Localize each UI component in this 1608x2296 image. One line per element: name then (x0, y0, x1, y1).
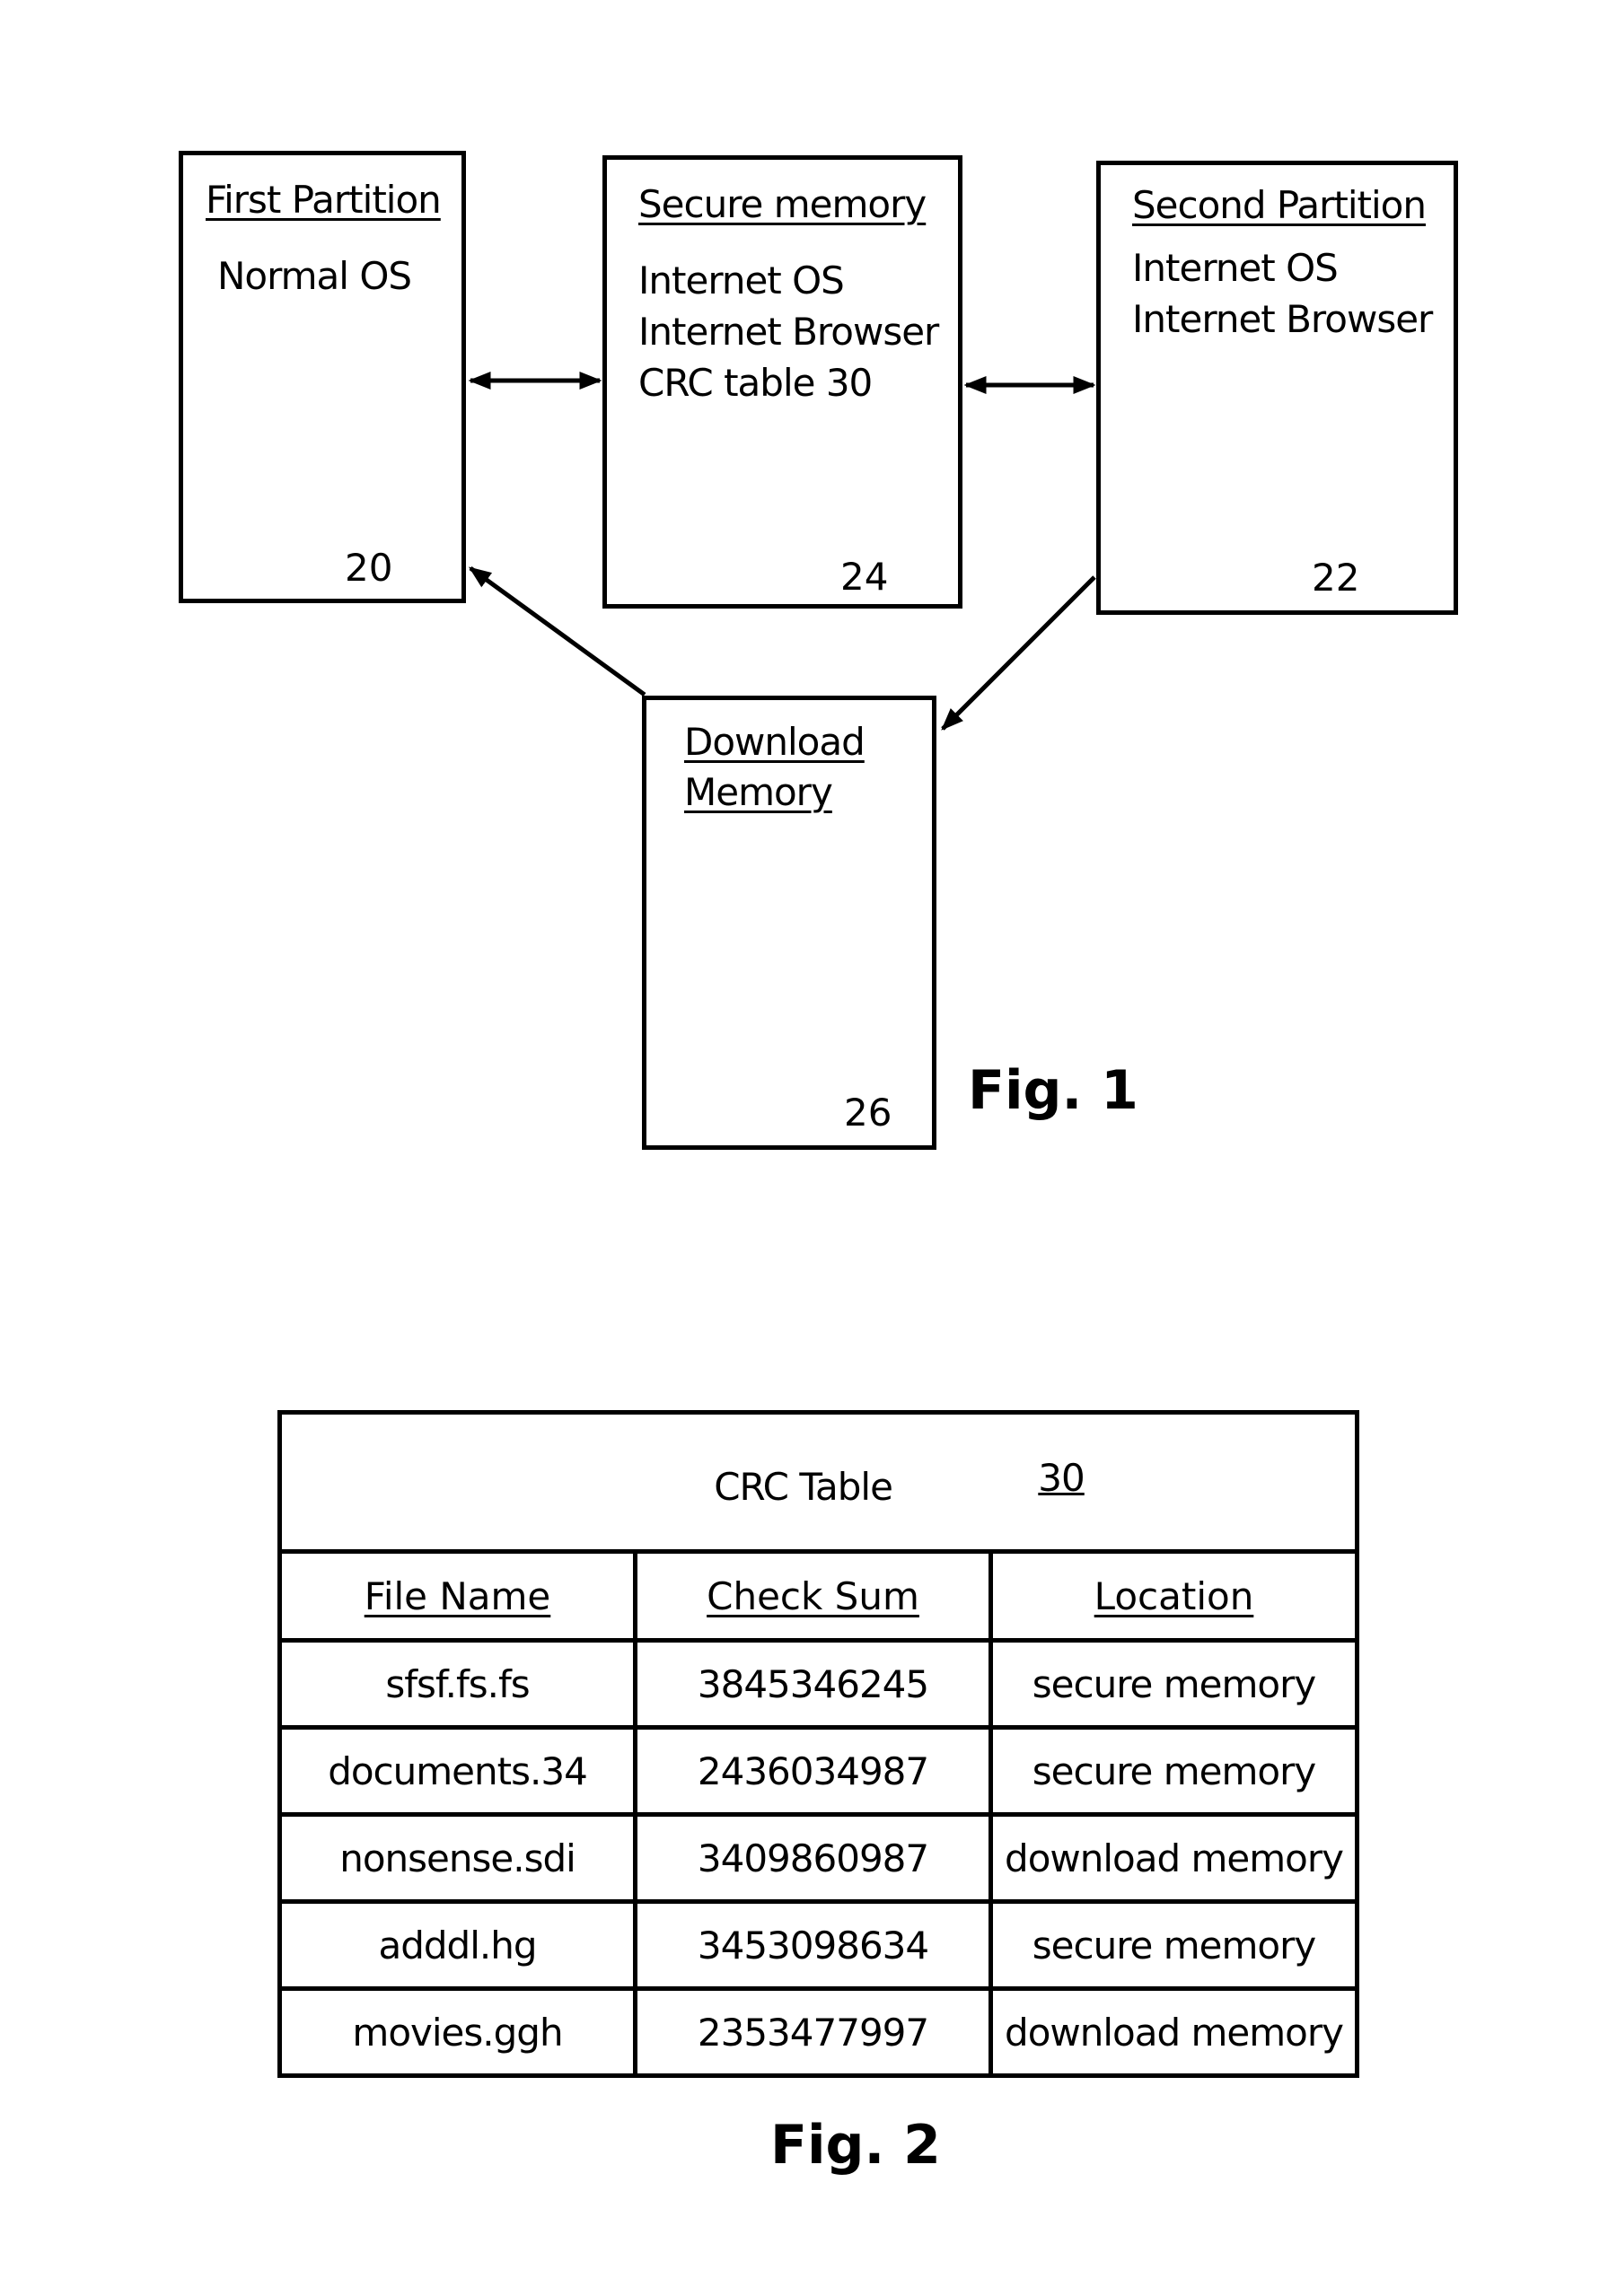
download-memory-title: Download (684, 720, 866, 764)
table-row: adddl.hg 3453098634 secure memory (277, 1899, 1359, 1991)
secure-memory-box: Secure memory Internet OS Internet Brows… (602, 155, 962, 609)
second-partition-line: Internet OS (1132, 246, 1339, 290)
column-header-file-name: File Name (277, 1549, 637, 1643)
column-header-check-sum: Check Sum (633, 1549, 993, 1643)
download-memory-box: Download Memory 26 (642, 696, 936, 1150)
figure-1-caption: Fig. 1 (968, 1059, 1138, 1122)
secure-memory-ref: 24 (840, 555, 889, 599)
secure-memory-line: Internet Browser (638, 310, 939, 354)
figure-2-caption: Fig. 2 (770, 2114, 941, 2177)
check-sum-cell: 3845346245 (633, 1638, 993, 1730)
file-name-cell: documents.34 (277, 1725, 637, 1817)
table-row: documents.34 2436034987 secure memory (277, 1725, 1359, 1817)
first-partition-ref: 20 (345, 546, 393, 590)
crc-table-caption-row: CRC Table 30 (277, 1410, 1359, 1554)
table-row: nonsense.sdi 3409860987 download memory (277, 1812, 1359, 1904)
first-partition-box: First Partition Normal OS 20 (179, 151, 466, 603)
secure-memory-title: Secure memory (638, 182, 927, 226)
second-partition-line: Internet Browser (1132, 297, 1433, 341)
location-cell: secure memory (989, 1725, 1359, 1817)
first-partition-line: Normal OS (217, 254, 412, 298)
crc-table-title: CRC Table (714, 1464, 893, 1509)
column-header-location: Location (989, 1549, 1359, 1643)
location-cell: download memory (989, 1812, 1359, 1904)
table-row: sfsf.fs.fs 3845346245 secure memory (277, 1638, 1359, 1730)
secure-memory-line: Internet OS (638, 259, 845, 302)
location-cell: secure memory (989, 1638, 1359, 1730)
check-sum-cell: 2436034987 (633, 1725, 993, 1817)
table-row: movies.ggh 2353477997 download memory (277, 1986, 1359, 2078)
download-memory-ref: 26 (844, 1091, 892, 1135)
crc-table: CRC Table 30 File Name Check Sum Locatio… (277, 1410, 1359, 2078)
arrow-second-to-download (941, 575, 1096, 731)
file-name-cell: movies.ggh (277, 1986, 637, 2078)
file-name-cell: sfsf.fs.fs (277, 1638, 637, 1730)
download-memory-title: Memory (684, 770, 833, 814)
check-sum-cell: 2353477997 (633, 1986, 993, 2078)
location-cell: secure memory (989, 1899, 1359, 1991)
crc-table-header-row: File Name Check Sum Location (277, 1549, 1359, 1643)
check-sum-cell: 3453098634 (633, 1899, 993, 1991)
second-partition-ref: 22 (1312, 556, 1360, 600)
first-partition-title: First Partition (206, 178, 442, 222)
crc-table-caption: CRC Table 30 (277, 1410, 1359, 1554)
file-name-cell: adddl.hg (277, 1899, 637, 1991)
crc-table-ref: 30 (1038, 1455, 1085, 1500)
file-name-cell: nonsense.sdi (277, 1812, 637, 1904)
second-partition-box: Second Partition Internet OS Internet Br… (1096, 161, 1458, 615)
check-sum-cell: 3409860987 (633, 1812, 993, 1904)
location-cell: download memory (989, 1986, 1359, 2078)
secure-memory-line: CRC table 30 (638, 361, 873, 405)
second-partition-title: Second Partition (1132, 183, 1427, 227)
